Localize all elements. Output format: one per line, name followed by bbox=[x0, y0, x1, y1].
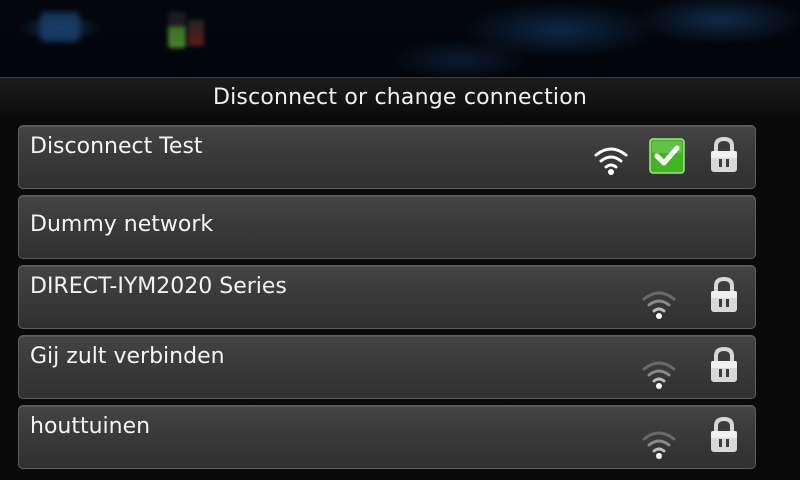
network-name: Dummy network bbox=[30, 212, 214, 237]
blurred-battery-icon bbox=[168, 12, 186, 48]
connected-check-icon bbox=[649, 138, 685, 174]
dialog-title: Disconnect or change connection bbox=[212, 85, 588, 110]
network-list: Disconnect Test Dummy network DIRECT-IYM… bbox=[18, 125, 758, 475]
network-name: Disconnect Test bbox=[30, 134, 203, 159]
network-item-gij-zult-verbinden[interactable]: Gij zult verbinden bbox=[18, 335, 756, 399]
lock-icon bbox=[711, 346, 737, 382]
network-item-disconnect-test[interactable]: Disconnect Test bbox=[18, 125, 756, 189]
screen: Disconnect or change connection Disconne… bbox=[0, 0, 800, 480]
wifi-strong-icon bbox=[594, 147, 628, 175]
wifi-weak-icon bbox=[642, 431, 676, 459]
network-name: Gij zult verbinden bbox=[30, 344, 225, 369]
blurred-app-icon bbox=[40, 12, 80, 42]
lock-icon bbox=[711, 416, 737, 452]
wifi-weak-icon bbox=[642, 361, 676, 389]
lock-icon bbox=[711, 276, 737, 312]
lock-icon bbox=[711, 136, 737, 172]
wifi-weak-icon bbox=[642, 291, 676, 319]
network-item-dummy-network[interactable]: Dummy network bbox=[18, 195, 756, 259]
network-item-direct-iym2020[interactable]: DIRECT-IYM2020 Series bbox=[18, 265, 756, 329]
connection-dialog: Disconnect or change connection Disconne… bbox=[0, 77, 800, 480]
network-item-houttuinen[interactable]: houttuinen bbox=[18, 405, 756, 469]
network-name: houttuinen bbox=[30, 414, 151, 439]
wallpaper-background bbox=[0, 0, 800, 78]
blurred-status-icon bbox=[188, 20, 204, 46]
network-name: DIRECT-IYM2020 Series bbox=[30, 274, 287, 299]
